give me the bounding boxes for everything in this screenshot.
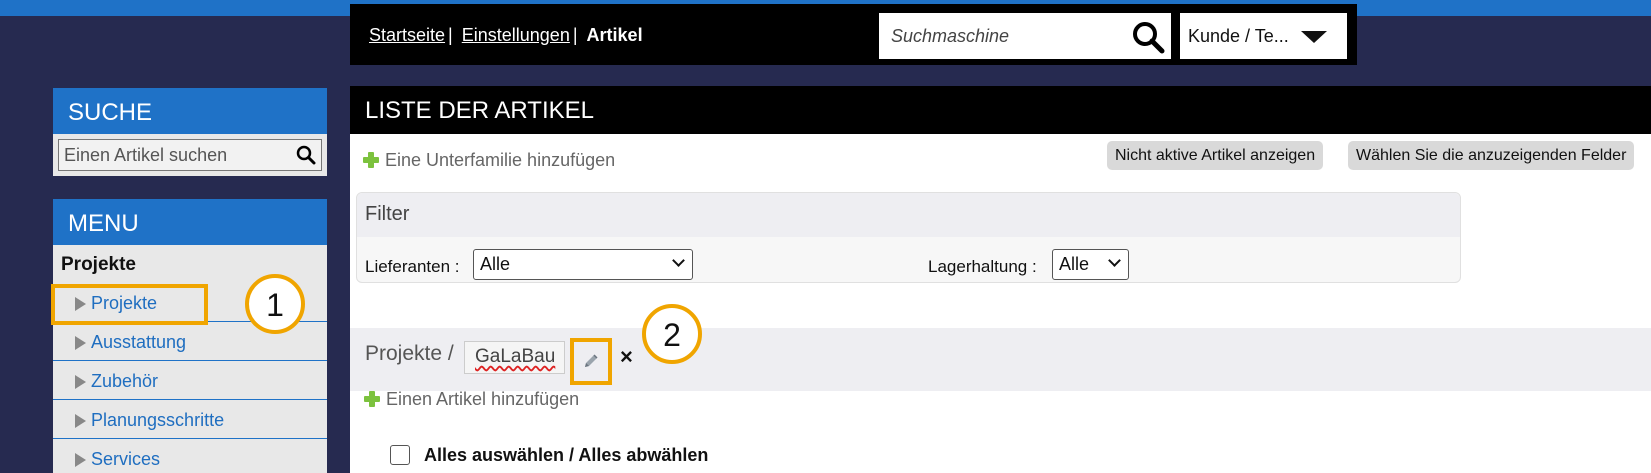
category-name: GaLaBau <box>475 346 556 367</box>
plus-icon <box>363 152 379 168</box>
sidebar-search-title: SUCHE <box>53 88 327 134</box>
highlight-box <box>51 284 208 325</box>
sidebar-item-label: Planungsschritte <box>91 410 225 430</box>
category-row: Projekte / GaLaBau × <box>350 328 1651 391</box>
chevron-down-icon <box>1108 254 1121 267</box>
triangle-right-icon <box>75 414 86 428</box>
menu-group-title: Projekte <box>61 254 136 275</box>
sidebar-item-label: Zubehör <box>91 371 159 391</box>
main-content: Eine Unterfamilie hinzufügen Nicht aktiv… <box>350 134 1651 473</box>
add-article-label: Einen Artikel hinzufügen <box>386 389 580 409</box>
global-search <box>879 13 1171 59</box>
callout-1: 1 <box>245 274 305 334</box>
add-subfamily-link[interactable]: Eine Unterfamilie hinzufügen <box>363 150 615 171</box>
delete-category-button[interactable]: × <box>620 344 633 370</box>
sidebar-search <box>53 134 327 176</box>
breadcrumb: Startseite | Einstellungen | Artikel <box>369 25 643 46</box>
breadcrumb-separator: | <box>572 25 578 45</box>
supplier-select[interactable]: Alle <box>473 249 693 280</box>
choose-fields-button[interactable]: Wählen Sie die anzuzeigenden Felder <box>1348 141 1635 170</box>
sidebar-menu-title: MENU <box>53 199 327 245</box>
add-subfamily-label: Eine Unterfamilie hinzufügen <box>385 150 616 170</box>
select-all-label: Alles auswählen / Alles abwählen <box>424 445 709 465</box>
search-icon[interactable] <box>296 145 316 165</box>
page-title: LISTE DER ARTIKEL <box>350 86 1651 134</box>
dropdown-arrow-icon <box>1301 31 1327 43</box>
triangle-right-icon <box>75 336 86 350</box>
triangle-right-icon <box>75 453 86 467</box>
category-path: Projekte / <box>365 342 454 365</box>
customer-select[interactable]: Kunde / Te... <box>1180 13 1347 59</box>
customer-select-value: Kunde / Te... <box>1188 26 1289 46</box>
breadcrumb-settings-link[interactable]: Einstellungen <box>462 25 570 45</box>
add-article-link[interactable]: Einen Artikel hinzufügen <box>364 389 579 410</box>
supplier-select-value: Alle <box>480 254 511 274</box>
category-name-field[interactable]: GaLaBau <box>464 341 565 374</box>
supplier-label: Lieferanten : <box>365 257 460 276</box>
sidebar-item-planungsschritte[interactable]: Planungsschritte <box>53 401 327 439</box>
triangle-right-icon <box>75 375 86 389</box>
top-header-bar: Startseite| Einstellungen| Artikel Kunde… <box>350 4 1357 65</box>
filter-title: Filter <box>357 193 1460 237</box>
article-search-input[interactable] <box>59 140 289 170</box>
select-all-checkbox[interactable] <box>390 445 410 465</box>
filter-panel: Filter Lieferanten : Alle Lagerhaltung :… <box>356 192 1461 283</box>
global-search-input[interactable] <box>879 13 1119 59</box>
plus-icon <box>364 391 380 407</box>
search-icon[interactable] <box>1131 20 1165 54</box>
sidebar-search-field <box>58 139 322 171</box>
sidebar-item-label: Ausstattung <box>91 332 187 352</box>
show-inactive-button[interactable]: Nicht aktive Artikel anzeigen <box>1107 141 1324 170</box>
edit-category-button[interactable] <box>570 338 612 385</box>
stock-select[interactable]: Alle <box>1052 249 1129 280</box>
breadcrumb-current: Artikel <box>586 25 643 45</box>
pencil-icon <box>585 354 598 367</box>
sidebar-item-zubehoer[interactable]: Zubehör <box>53 362 327 400</box>
callout-2: 2 <box>642 304 702 364</box>
breadcrumb-home-link[interactable]: Startseite <box>369 25 445 45</box>
breadcrumb-separator: | <box>448 25 453 45</box>
stock-label: Lagerhaltung : <box>928 257 1037 276</box>
sidebar-item-label: Services <box>91 449 161 469</box>
stock-select-value: Alle <box>1059 254 1090 274</box>
sidebar-item-services[interactable]: Services <box>53 440 327 473</box>
chevron-down-icon <box>672 254 685 267</box>
